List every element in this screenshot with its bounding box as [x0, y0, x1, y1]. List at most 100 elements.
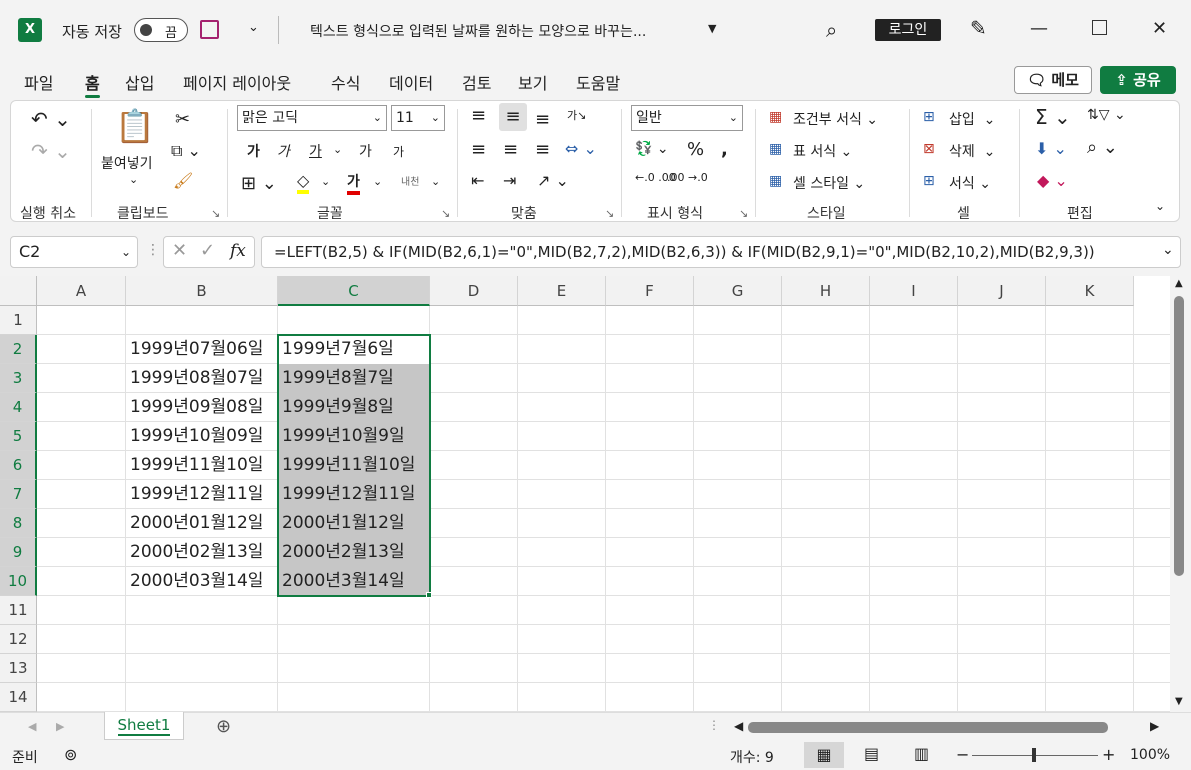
clear-icon[interactable]: ◆ ⌄ [1037, 171, 1068, 190]
cell-b10[interactable]: 2000년03월14일 [126, 567, 263, 596]
cell-b9[interactable]: 2000년02월13일 [126, 538, 263, 567]
tab-file[interactable]: 파일 [24, 70, 53, 94]
column-header-f[interactable]: F [606, 276, 694, 306]
shrink-font-button[interactable]: 가 [393, 143, 404, 160]
cell-b6[interactable]: 1999년11월10일 [126, 451, 263, 480]
dialog-launcher-icon[interactable]: ↘ [441, 207, 450, 220]
column-header-b[interactable]: B [126, 276, 278, 306]
add-sheet-icon[interactable]: ⊕ [216, 716, 231, 737]
row-header-3[interactable]: 3 [0, 364, 37, 393]
cell-b2[interactable]: 1999년07월06일 [126, 335, 263, 364]
row-header-1[interactable]: 1 [0, 306, 37, 335]
align-left-icon[interactable]: ≡ [471, 139, 486, 160]
select-all-corner[interactable] [0, 276, 37, 306]
login-button[interactable]: 로그인 [875, 19, 941, 41]
paste-icon[interactable]: 📋 [115, 107, 155, 145]
row-header-10[interactable]: 10 [0, 567, 37, 596]
tab-split-icon[interactable]: ⋮ [708, 718, 720, 732]
column-header-j[interactable]: J [958, 276, 1046, 306]
next-sheet-icon[interactable]: ▶ [56, 720, 64, 733]
page-break-view-icon[interactable]: ▥ [914, 744, 929, 763]
row-header-7[interactable]: 7 [0, 480, 37, 509]
font-color-button[interactable]: 가 [347, 171, 360, 195]
grow-font-button[interactable]: 가 [359, 141, 372, 161]
more-icon[interactable]: ⋮ [146, 242, 160, 258]
dialog-launcher-icon[interactable]: ↘ [211, 207, 220, 220]
bold-button[interactable]: 가 [247, 141, 260, 161]
scroll-down-icon[interactable]: ▼ [1175, 696, 1183, 707]
decrease-indent-icon[interactable]: ⇤ [471, 171, 484, 190]
cell-b4[interactable]: 1999년09월08일 [126, 393, 263, 422]
copy-icon[interactable]: ⧉ ⌄ [171, 141, 201, 161]
column-header-d[interactable]: D [430, 276, 518, 306]
horizontal-scroll-thumb[interactable] [748, 722, 1108, 733]
zoom-slider-thumb[interactable] [1032, 748, 1036, 762]
font-name-select[interactable]: 맑은 고딕 ⌄ [237, 105, 387, 131]
ribbon-collapse-icon[interactable]: ⌄ [1155, 199, 1165, 213]
scroll-right-icon[interactable]: ▶ [1150, 719, 1159, 733]
row-header-11[interactable]: 11 [0, 596, 37, 625]
zoom-level[interactable]: 100% [1130, 747, 1170, 763]
number-format-select[interactable]: 일반 ⌄ [631, 105, 743, 131]
document-title[interactable]: 텍스트 형식으로 입력된 날짜를 원하는 모양으로 바꾸는... [310, 21, 646, 41]
sheet-tab-sheet1[interactable]: Sheet1 [104, 712, 184, 740]
align-center-icon[interactable]: ≡ [503, 139, 518, 160]
chevron-down-icon[interactable]: ⌄ [121, 237, 131, 267]
tab-insert[interactable]: 삽입 [125, 70, 154, 94]
row-header-6[interactable]: 6 [0, 451, 37, 480]
row-header-4[interactable]: 4 [0, 393, 37, 422]
autosum-icon[interactable]: Σ ⌄ [1035, 105, 1071, 129]
dialog-launcher-icon[interactable]: ↘ [739, 207, 748, 220]
row-header-13[interactable]: 13 [0, 654, 37, 683]
column-header-g[interactable]: G [694, 276, 782, 306]
insert-function-icon[interactable]: fx [230, 241, 246, 261]
format-cells-button[interactable]: 서식 ⌄ [949, 173, 991, 193]
tab-help[interactable]: 도움말 [576, 70, 620, 94]
align-right-icon[interactable]: ≡ [535, 139, 550, 160]
tab-formulas[interactable]: 수식 [331, 70, 360, 94]
expand-formula-icon[interactable]: ⌄ [1162, 242, 1174, 258]
cancel-icon[interactable]: ✕ [172, 240, 187, 261]
scroll-left-icon[interactable]: ◀ [734, 719, 743, 733]
normal-view-icon[interactable]: ▦ [804, 742, 844, 768]
cut-icon[interactable]: ✂ [175, 109, 190, 130]
customize-qat-icon[interactable]: ⌄ [248, 20, 259, 35]
border-icon[interactable]: ⊞ ⌄ [241, 173, 277, 194]
percent-icon[interactable]: % [687, 139, 704, 160]
comma-icon[interactable]: , [721, 139, 728, 160]
vertical-scroll-thumb[interactable] [1174, 296, 1184, 576]
column-header-k[interactable]: K [1046, 276, 1134, 306]
scroll-up-icon[interactable]: ▲ [1175, 278, 1183, 289]
hanja-button[interactable]: 내천 [401, 173, 419, 188]
zoom-in-icon[interactable]: + [1102, 745, 1115, 764]
save-icon[interactable] [200, 20, 219, 39]
fill-color-icon[interactable]: ◇ [297, 171, 310, 194]
memo-button[interactable]: 🗨 메모 [1014, 66, 1092, 94]
table-format-button[interactable]: 표 서식 ⌄ [793, 141, 852, 161]
chevron-down-icon[interactable]: ⌄ [333, 143, 342, 156]
zoom-out-icon[interactable]: − [956, 745, 969, 764]
currency-icon[interactable]: 💱 ⌄ [635, 141, 669, 157]
column-header-i[interactable]: I [870, 276, 958, 306]
format-painter-icon[interactable]: 🖌 [173, 171, 193, 190]
increase-indent-icon[interactable]: ⇥ [503, 171, 516, 190]
dialog-launcher-icon[interactable]: ↘ [605, 207, 614, 220]
font-size-select[interactable]: 11 ⌄ [391, 105, 445, 131]
name-box[interactable]: C2 ⌄ [10, 236, 138, 268]
undo-icon[interactable]: ↶ ⌄ [31, 107, 71, 131]
search-icon[interactable]: ⌕ [826, 18, 837, 42]
tab-home[interactable]: 홈 [85, 70, 100, 98]
tab-page-layout[interactable]: 페이지 레이아웃 [183, 70, 291, 94]
align-middle-icon[interactable]: ≡ [499, 103, 527, 131]
wrap-text-icon[interactable]: ↗ ⌄ [537, 171, 569, 190]
row-header-2[interactable]: 2 [0, 335, 37, 364]
row-header-8[interactable]: 8 [0, 509, 37, 538]
delete-cells-button[interactable]: 삭제 ⌄ [949, 141, 995, 161]
vertical-scrollbar[interactable]: ▲ ▼ [1170, 276, 1191, 712]
chevron-down-icon[interactable]: ⌄ [129, 173, 138, 186]
column-header-a[interactable]: A [37, 276, 126, 306]
italic-button[interactable]: 가 [277, 141, 290, 161]
conditional-format-button[interactable]: 조건부 서식 ⌄ [793, 109, 878, 129]
cell-b5[interactable]: 1999년10월09일 [126, 422, 263, 451]
share-button[interactable]: ⇪ 공유 [1100, 66, 1176, 94]
